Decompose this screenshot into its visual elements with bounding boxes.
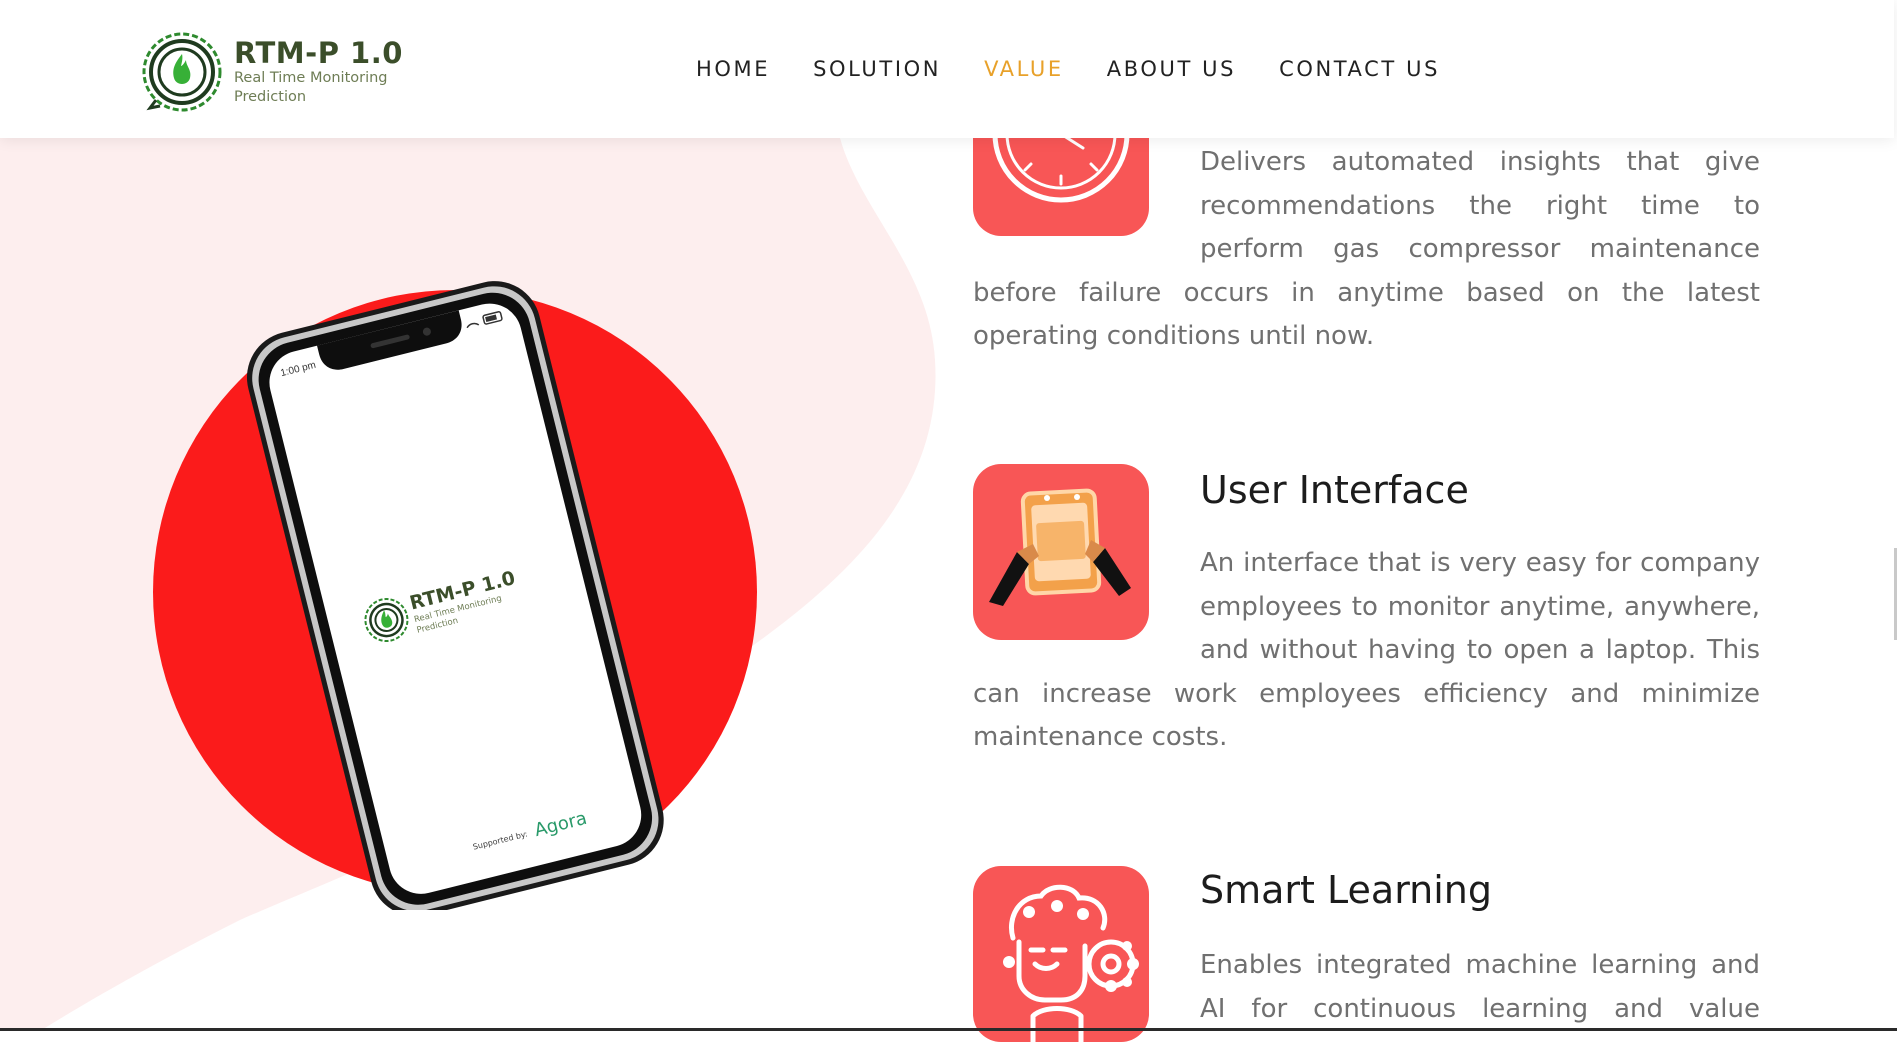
feature-1-desc-line1: Delivers automated insights that give xyxy=(1200,147,1760,177)
nav-about-us[interactable]: ABOUT US xyxy=(1107,56,1236,82)
nav-home[interactable]: HOME xyxy=(696,56,770,82)
brand-title: RTM-P 1.0 xyxy=(234,36,403,70)
main-nav: HOME SOLUTION VALUE ABOUT US CONTACT US xyxy=(696,56,1440,82)
feature-1-desc-line4: before failure occurs in anytime based o… xyxy=(973,278,1760,308)
feature-smart-learning-icon-tile xyxy=(973,866,1149,1042)
feature-user-interface-title: User Interface xyxy=(1200,468,1469,512)
feature-3-desc-line1: Enables integrated machine learning and xyxy=(1200,950,1760,980)
feature-1-desc-line2: recommendations the right time to xyxy=(1200,191,1760,221)
phone-illustration: 1:00 pm RTM-P 1.0 Real Time Monitoring P… xyxy=(150,270,770,917)
brand-subtitle-line2: Prediction xyxy=(234,89,307,105)
feature-1-desc-line5: operating conditions until now. xyxy=(973,321,1375,351)
feature-3-desc-line2: AI for continuous learning and value xyxy=(1200,994,1760,1024)
flame-logo-icon xyxy=(142,32,222,112)
smart-learning-brain-icon xyxy=(1003,884,1139,1042)
feature-2-desc-line4: can increase work employees efficiency a… xyxy=(973,679,1760,709)
feature-2-desc-line2: employees to monitor anytime, anywhere, xyxy=(1200,592,1760,622)
feature-1-desc-line3: perform gas compressor maintenance xyxy=(1200,234,1760,264)
feature-2-desc-line3: and without having to open a laptop. Thi… xyxy=(1200,635,1760,665)
feature-2-desc-line1: An interface that is very easy for compa… xyxy=(1200,548,1760,578)
nav-value[interactable]: VALUE xyxy=(984,56,1064,82)
feature-smart-learning-title: Smart Learning xyxy=(1200,868,1492,912)
site-header: RTM-P 1.0 Real Time Monitoring Predictio… xyxy=(0,0,1894,138)
brand-subtitle-line1: Real Time Monitoring xyxy=(234,70,388,86)
nav-contact-us[interactable]: CONTACT US xyxy=(1279,56,1440,82)
user-interface-icon xyxy=(989,488,1131,606)
feature-ui-icon-tile xyxy=(973,464,1149,640)
brand-logo[interactable]: RTM-P 1.0 Real Time Monitoring Predictio… xyxy=(134,30,403,114)
feature-2-desc-line5: maintenance costs. xyxy=(973,722,1228,752)
nav-solution[interactable]: SOLUTION xyxy=(813,56,941,82)
